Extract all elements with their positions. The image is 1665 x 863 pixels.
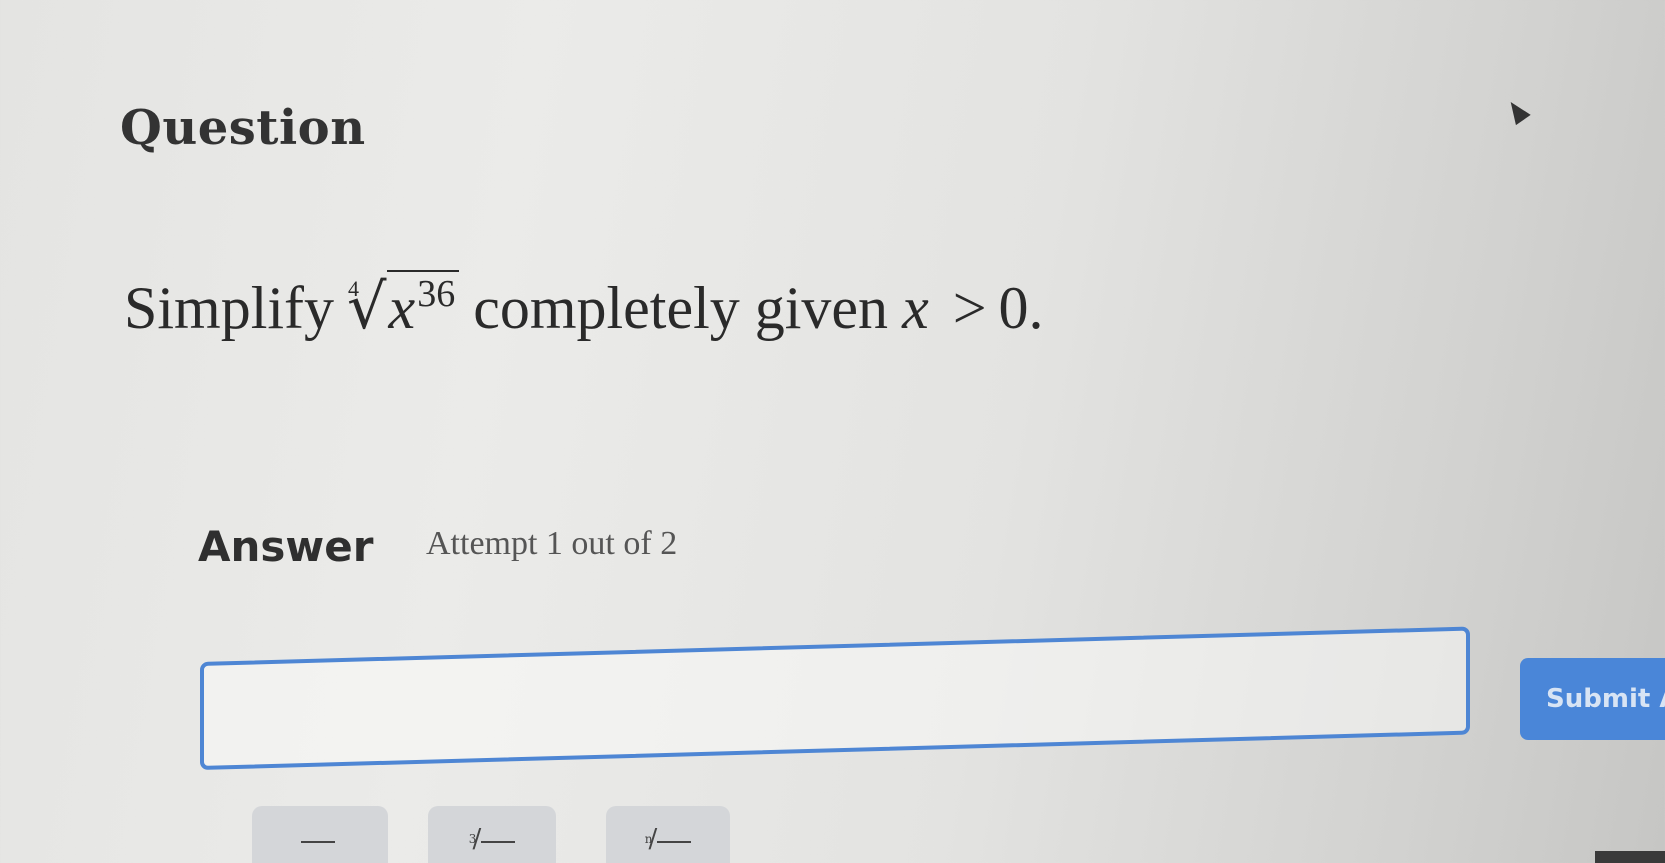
answer-input[interactable] <box>200 626 1470 770</box>
cube-root-button[interactable]: 3∕ <box>428 806 556 863</box>
square-root-icon <box>301 824 335 854</box>
submit-answer-button[interactable]: Submit A <box>1520 658 1665 740</box>
answer-heading: Answer <box>198 522 374 571</box>
condition-value: 0. <box>998 275 1044 341</box>
condition-operator: > <box>952 275 987 341</box>
question-text: Simplify 4 √ x 36 completely given x > 0… <box>124 270 1044 343</box>
radicand: x 36 <box>386 270 460 343</box>
cube-root-icon: 3∕ <box>469 824 516 854</box>
question-page: Question Simplify 4 √ x 36 completely gi… <box>0 0 1665 863</box>
condition-variable: x <box>902 275 929 341</box>
radicand-base: x <box>388 275 416 341</box>
square-root-button[interactable] <box>252 806 388 863</box>
question-middle: completely given <box>473 275 889 341</box>
fourth-root-expression: 4 √ x 36 <box>347 270 460 343</box>
screen-bezel-edge <box>1595 851 1665 863</box>
attempt-counter: Attempt 1 out of 2 <box>426 525 678 562</box>
mouse-cursor-icon <box>1503 96 1531 126</box>
nth-root-icon: n∕ <box>645 824 692 854</box>
nth-root-button[interactable]: n∕ <box>606 806 730 863</box>
question-prefix: Simplify <box>124 275 335 341</box>
radicand-exponent: 36 <box>417 273 456 315</box>
root-index: 4 <box>348 276 360 301</box>
question-heading: Question <box>120 100 366 156</box>
